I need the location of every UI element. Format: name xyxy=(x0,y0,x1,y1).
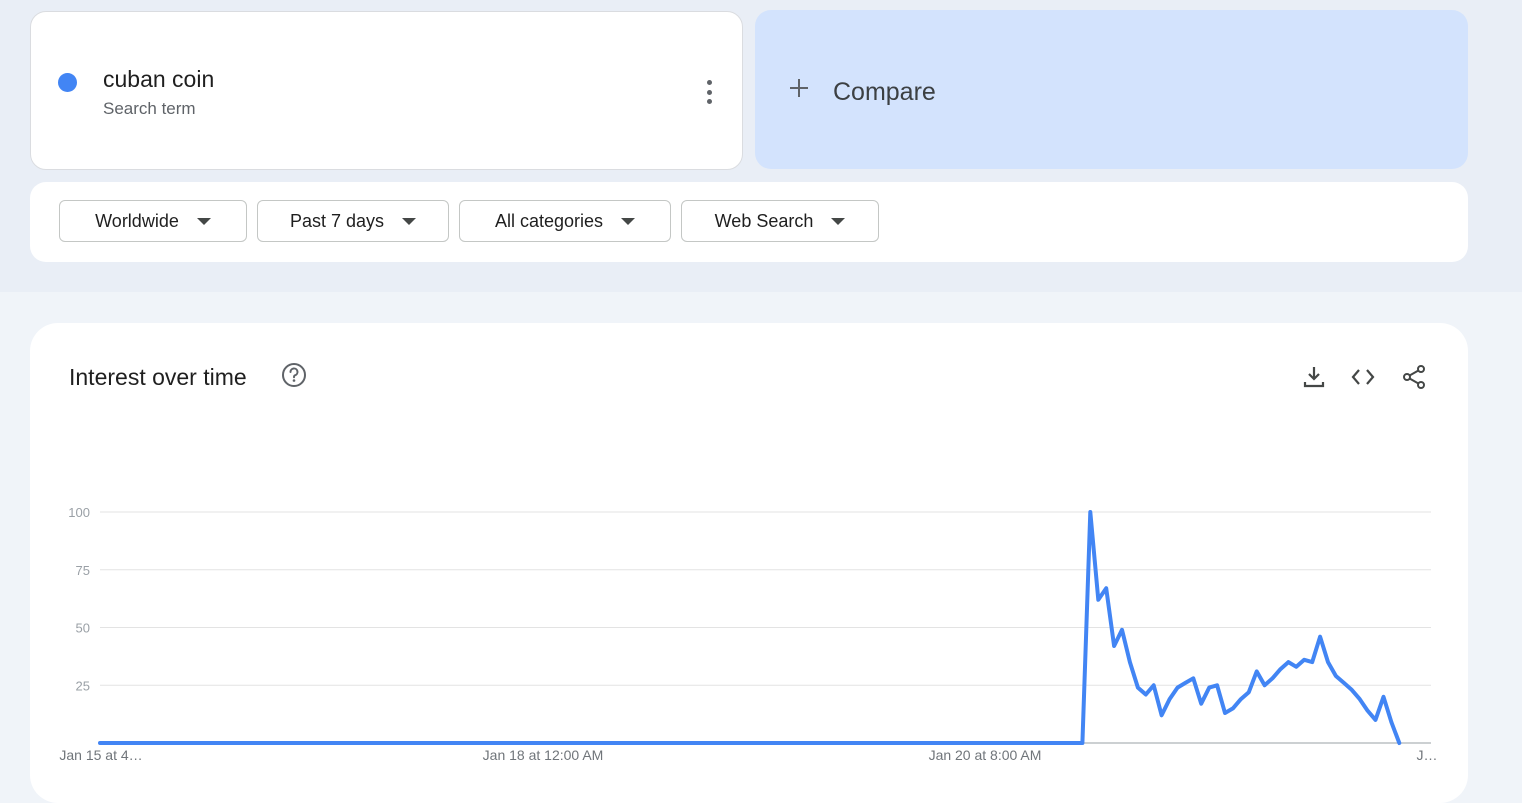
x-tick-label: Jan 15 at 4… xyxy=(59,747,142,763)
y-tick-label: 75 xyxy=(76,563,90,578)
interest-line-chart: 100 75 50 25 Jan 15 at 4… Jan 18 at 12:00 AM J… xyxy=(59,505,1438,763)
y-tick-label: 25 xyxy=(76,678,90,693)
x-tick-label: Jan 18 at 12:00 AM xyxy=(483,747,604,763)
y-tick-label: 50 xyxy=(76,621,90,636)
x-tick-label: Jan 20 at 8:00 AM xyxy=(929,747,1042,763)
y-tick-label: 100 xyxy=(68,505,90,520)
x-tick-label: J… xyxy=(1417,747,1438,763)
